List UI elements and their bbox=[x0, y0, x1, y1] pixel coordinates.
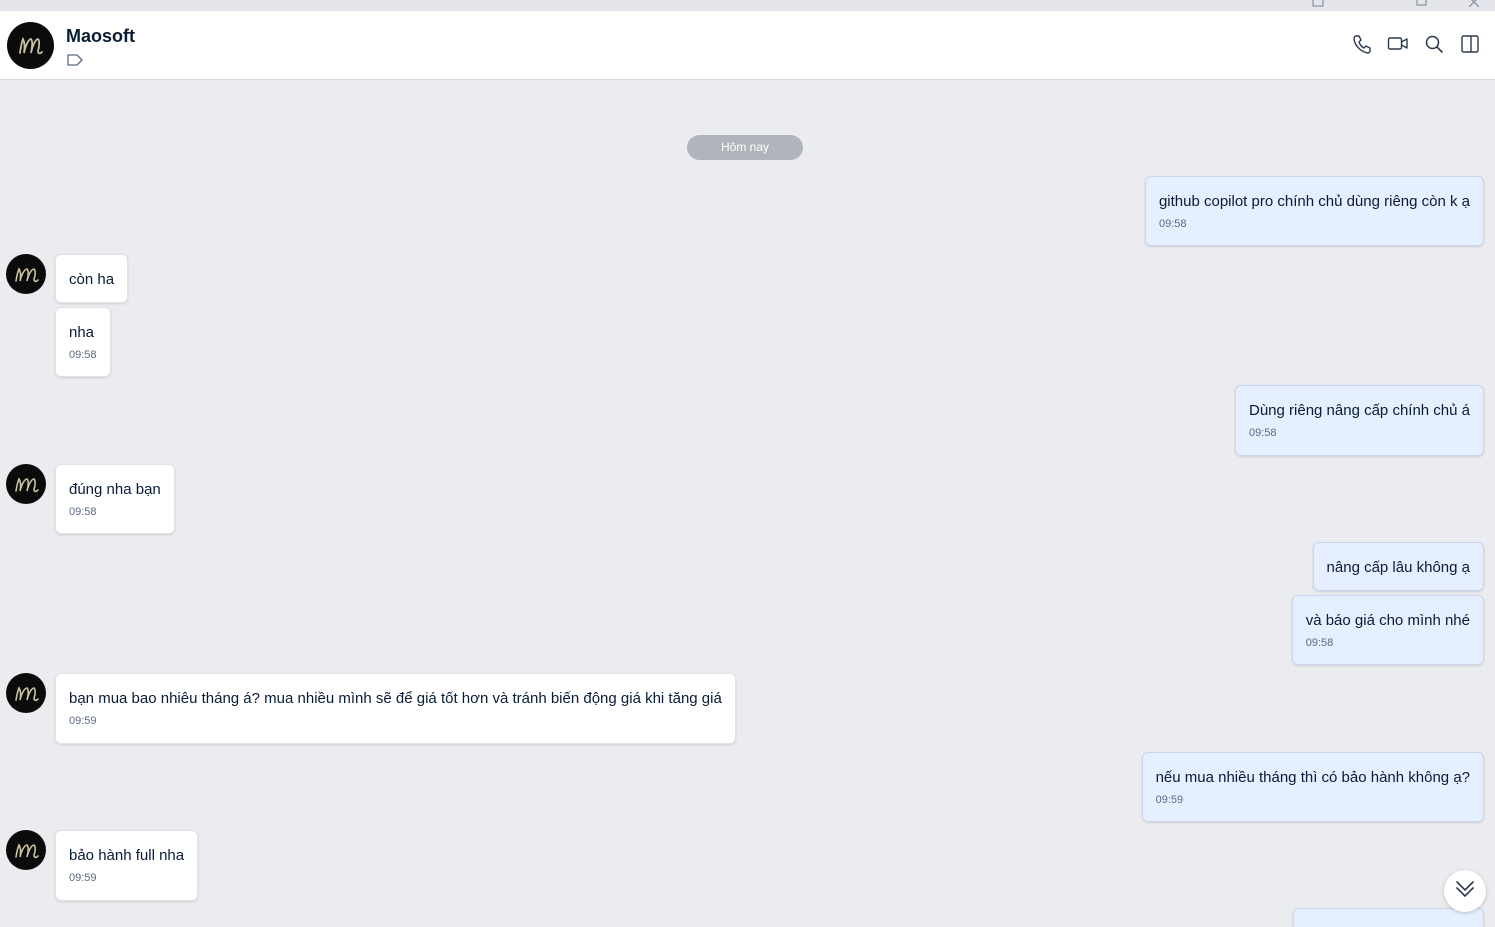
sidebar-toggle-icon[interactable] bbox=[1459, 33, 1481, 55]
message-bubble-incoming[interactable]: đúng nha bạn 09:58 bbox=[55, 464, 175, 534]
message-time: 09:58 bbox=[1305, 637, 1334, 649]
message-bubble-incoming[interactable]: bảo hành full nha 09:59 bbox=[55, 830, 199, 901]
date-separator: Hôm nay bbox=[687, 135, 803, 160]
window-titlebar bbox=[0, 0, 1495, 11]
contact-name[interactable]: Maosoft bbox=[66, 26, 135, 47]
message-text: còn ha bbox=[69, 271, 115, 288]
message-bubble-outgoing[interactable] bbox=[1293, 908, 1484, 927]
pin-icon[interactable] bbox=[1312, 0, 1324, 7]
search-icon[interactable] bbox=[1423, 33, 1445, 55]
message-time: 09:59 bbox=[1155, 794, 1184, 806]
message-bubble-incoming[interactable]: nha 09:58 bbox=[55, 307, 111, 377]
message-bubble-incoming[interactable]: còn ha bbox=[55, 254, 129, 303]
message-bubble-outgoing[interactable]: nâng cấp lâu không ạ bbox=[1312, 542, 1484, 591]
message-time: 09:58 bbox=[1158, 218, 1187, 230]
chevron-double-down-icon bbox=[1454, 879, 1476, 904]
message-text: nha bbox=[69, 324, 95, 341]
avatar[interactable] bbox=[6, 673, 46, 713]
chat-header: Maosoft bbox=[0, 11, 1495, 80]
message-text: bảo hành full nha bbox=[69, 847, 185, 864]
phone-icon[interactable] bbox=[1351, 33, 1373, 55]
tag-icon[interactable] bbox=[66, 53, 84, 67]
message-bubble-outgoing[interactable]: github copilot pro chính chủ dùng riêng … bbox=[1144, 176, 1484, 246]
message-bubble-outgoing[interactable]: nếu mua nhiều tháng thì có bảo hành khôn… bbox=[1141, 752, 1484, 822]
message-text: Dùng riêng nâng cấp chính chủ á bbox=[1249, 402, 1470, 419]
video-icon[interactable] bbox=[1387, 33, 1409, 55]
message-time: 09:59 bbox=[69, 715, 97, 727]
message-text: github copilot pro chính chủ dùng riêng … bbox=[1158, 193, 1470, 210]
restore-icon[interactable] bbox=[1416, 0, 1428, 7]
message-bubble-incoming[interactable]: bạn mua bao nhiêu tháng á? mua nhiều mìn… bbox=[55, 673, 736, 744]
scroll-to-bottom-button[interactable] bbox=[1444, 870, 1486, 912]
message-bubble-outgoing[interactable]: Dùng riêng nâng cấp chính chủ á 09:58 bbox=[1235, 385, 1484, 456]
message-bubble-outgoing[interactable]: và báo giá cho mình nhé 09:58 bbox=[1291, 595, 1484, 665]
avatar[interactable] bbox=[6, 464, 46, 504]
avatar[interactable] bbox=[7, 22, 54, 69]
avatar[interactable] bbox=[6, 254, 46, 294]
close-icon[interactable] bbox=[1468, 0, 1480, 7]
message-list[interactable]: Hôm nay github copilot pro chính chủ dùn… bbox=[0, 81, 1495, 927]
message-time: 09:58 bbox=[69, 349, 97, 361]
message-text: nếu mua nhiều tháng thì có bảo hành khôn… bbox=[1155, 769, 1470, 786]
message-text: nâng cấp lâu không ạ bbox=[1326, 559, 1470, 576]
message-text: bạn mua bao nhiêu tháng á? mua nhiều mìn… bbox=[69, 690, 722, 707]
message-text: đúng nha bạn bbox=[69, 481, 161, 498]
message-time: 09:58 bbox=[1249, 427, 1277, 439]
avatar[interactable] bbox=[6, 830, 46, 870]
message-time: 09:58 bbox=[69, 506, 97, 518]
message-time: 09:59 bbox=[69, 872, 97, 884]
header-actions bbox=[1351, 33, 1481, 55]
message-text: và báo giá cho mình nhé bbox=[1305, 612, 1470, 629]
